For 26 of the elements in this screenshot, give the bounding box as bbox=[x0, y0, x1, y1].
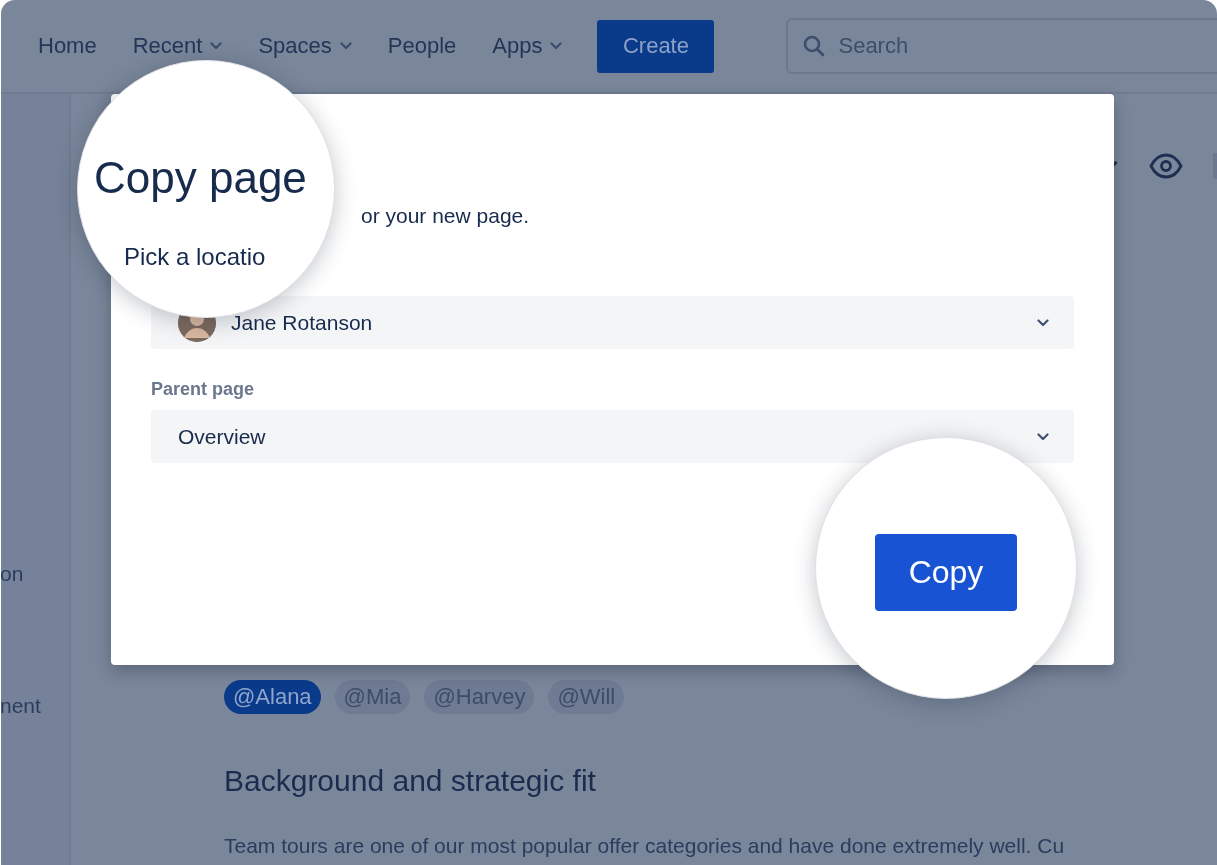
mention-tag[interactable]: @Alana bbox=[224, 680, 321, 714]
paragraph-text: Team tours are one of our most popular offer categories and have done extremely well. Cu bbox=[224, 834, 1066, 858]
search-icon bbox=[802, 34, 827, 58]
chevron-down-icon bbox=[1037, 432, 1049, 441]
dialog-title: Copy page bbox=[94, 152, 307, 204]
nav-menu-item[interactable]: People bbox=[387, 33, 457, 59]
sidebar-item[interactable]: on bbox=[1, 562, 69, 586]
search-field[interactable]: Search bbox=[786, 18, 1217, 74]
nav-menu-item[interactable]: Recent bbox=[132, 33, 223, 59]
field-label: Parent page bbox=[151, 379, 256, 400]
section-heading: Background and strategic fit bbox=[224, 764, 597, 798]
chevron-down-icon bbox=[550, 42, 563, 50]
parent-page-select[interactable]: Overview bbox=[151, 410, 1074, 463]
chevron-down-icon bbox=[210, 42, 223, 50]
nav-menu-item[interactable]: Spaces bbox=[258, 33, 352, 59]
chevron-down-icon bbox=[1037, 318, 1049, 327]
eye-icon[interactable] bbox=[1149, 153, 1183, 179]
nav-menu-item[interactable]: Apps bbox=[492, 33, 563, 59]
nav-menu-item[interactable]: Home bbox=[38, 33, 97, 59]
copy-button[interactable]: Copy bbox=[875, 533, 1017, 611]
chevron-down-icon bbox=[339, 42, 352, 50]
create-button[interactable]: Create bbox=[597, 19, 715, 73]
field-label: Pick a locatio bbox=[124, 244, 266, 269]
sidebar-item[interactable]: nent bbox=[1, 694, 69, 718]
space-select[interactable]: Jane Rotanson bbox=[151, 296, 1074, 349]
dialog-description: or your new page. bbox=[360, 204, 531, 228]
